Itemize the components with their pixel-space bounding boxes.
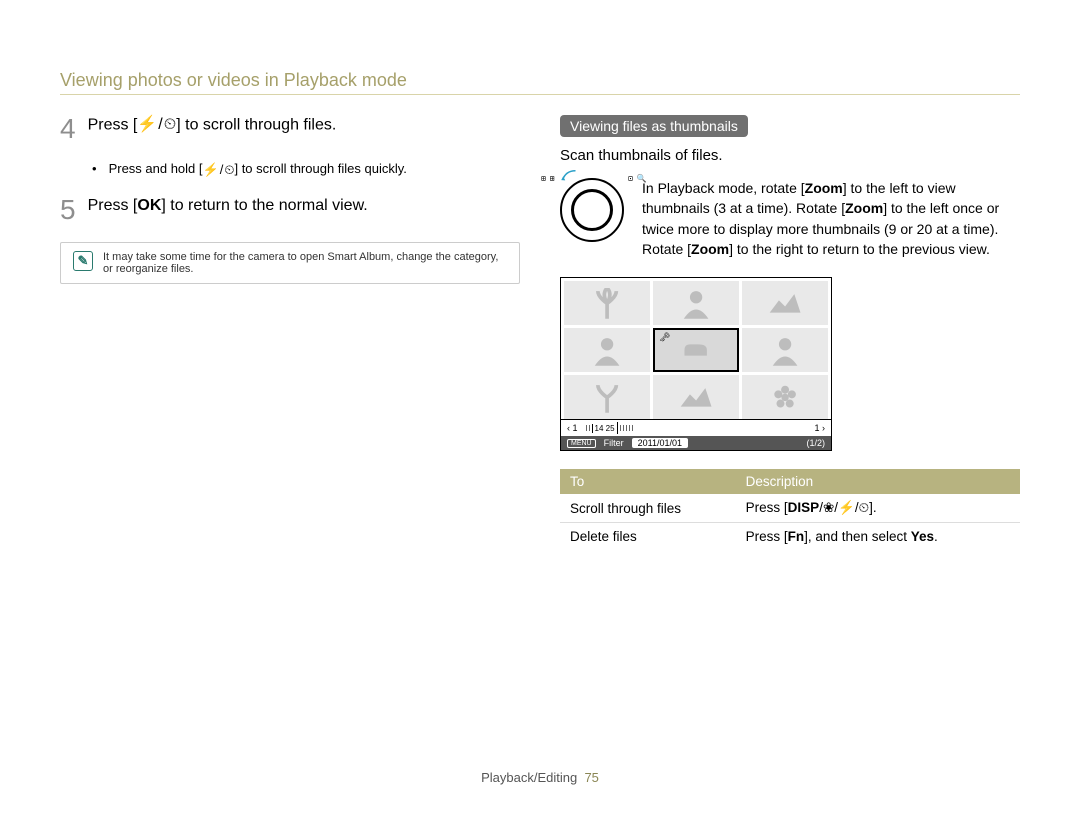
icon-separator: / xyxy=(220,162,224,177)
table-row: Delete files Press [Fn], and then select… xyxy=(560,523,1020,551)
car-icon xyxy=(667,336,724,364)
mountain-icon xyxy=(755,288,815,319)
thumb-cell xyxy=(742,281,828,325)
zoom-instructions: In Playback mode, rotate [Zoom] to the l… xyxy=(642,178,1020,259)
thumb-cell xyxy=(742,328,828,372)
disp-icon: DISP xyxy=(788,500,820,515)
flower-icon xyxy=(755,382,815,413)
step-4-bullet-post: ] to scroll through files quickly. xyxy=(234,161,406,176)
footer-page-number: 75 xyxy=(584,770,598,785)
person-icon xyxy=(666,288,726,319)
dial-left-icons: ⊞ ⊞ xyxy=(541,174,554,183)
scroll-mid: 14 25 xyxy=(595,424,615,433)
palm-icon xyxy=(577,382,637,413)
page-title: Viewing photos or videos in Playback mod… xyxy=(60,70,1020,95)
right-column: Viewing files as thumbnails Scan thumbna… xyxy=(560,115,1020,550)
step-4-number: 4 xyxy=(60,115,76,143)
step-5-text-pre: Press [ xyxy=(88,197,138,214)
lock-icon: 🗝 xyxy=(659,332,670,343)
table-header-description: Description xyxy=(736,469,1020,494)
thumb-cell xyxy=(653,281,739,325)
dial-right-icons: ⊡ 🔍 xyxy=(628,174,646,183)
step-5: 5 Press [OK] to return to the normal vie… xyxy=(60,196,520,224)
macro-icon: ❀ xyxy=(823,500,834,515)
timer-icon: ⏲ xyxy=(224,162,234,178)
row-scroll-desc: Press [DISP/❀/⚡/⏲]. xyxy=(736,494,1020,523)
page-indicator: (1/2) xyxy=(806,438,825,448)
step-4-text-post: ] to scroll through files. xyxy=(176,117,336,134)
thumb-cell-selected: 🗝 xyxy=(653,328,739,372)
note-icon: ✎ xyxy=(73,251,93,271)
zoom-label: Zoom xyxy=(845,200,883,216)
table-header-to: To xyxy=(560,469,736,494)
thumb-cell xyxy=(564,375,650,419)
palm-icon xyxy=(577,288,637,319)
thumbnail-screen: 🗝 ‹ 1 14 xyxy=(560,277,832,451)
ok-icon: OK xyxy=(137,197,161,214)
flash-icon: ⚡ xyxy=(203,162,219,178)
fn-icon: Fn xyxy=(788,529,805,544)
lead-text: Scan thumbnails of files. xyxy=(560,147,1020,164)
step-4: 4 Press [⚡/⏲] to scroll through files. xyxy=(60,115,520,143)
screen-scrollbar: ‹ 1 14 25 1 › xyxy=(561,419,831,436)
scroll-right: 1 › xyxy=(814,423,825,433)
thumb-cell xyxy=(653,375,739,419)
screen-statusbar: MENU Filter 2011/01/01 (1/2) xyxy=(561,436,831,450)
para-pre: In Playback mode, rotate [ xyxy=(642,180,805,196)
zoom-label: Zoom xyxy=(805,180,843,196)
filter-label: Filter xyxy=(604,438,624,448)
step-5-text-post: ] to return to the normal view. xyxy=(161,197,367,214)
flash-icon: ⚡ xyxy=(137,115,157,136)
rotate-arrow-icon xyxy=(559,167,579,182)
left-column: 4 Press [⚡/⏲] to scroll through files. P… xyxy=(60,115,520,550)
para-post: ] to the right to return to the previous… xyxy=(729,241,990,257)
zoom-dial-icon xyxy=(560,178,624,242)
section-heading: Viewing files as thumbnails xyxy=(560,115,748,137)
page-footer: Playback/Editing 75 xyxy=(0,770,1080,785)
zoom-label: Zoom xyxy=(691,241,729,257)
scroll-left: ‹ 1 xyxy=(567,423,578,433)
row-delete-label: Delete files xyxy=(560,523,736,551)
person-icon xyxy=(755,335,815,366)
person-icon xyxy=(577,335,637,366)
note-box: ✎ It may take some time for the camera t… xyxy=(60,242,520,284)
thumb-cell xyxy=(564,328,650,372)
timer-icon: ⏲ xyxy=(164,115,176,136)
menu-icon: MENU xyxy=(567,439,596,448)
step-5-number: 5 xyxy=(60,196,76,224)
yes-label: Yes xyxy=(911,529,934,544)
icon-separator: / xyxy=(158,115,162,136)
row-delete-desc: Press [Fn], and then select Yes. xyxy=(736,523,1020,551)
step-4-bullet: Press and hold [⚡/⏲] to scroll through f… xyxy=(92,161,520,178)
footer-section: Playback/Editing xyxy=(481,770,577,785)
row-scroll-label: Scroll through files xyxy=(560,494,736,523)
filter-date: 2011/01/01 xyxy=(632,438,688,448)
operations-table: To Description Scroll through files Pres… xyxy=(560,469,1020,550)
flash-icon: ⚡ xyxy=(838,500,855,515)
step-4-bullet-pre: Press and hold [ xyxy=(109,161,203,176)
timer-icon: ⏲ xyxy=(859,500,870,515)
table-row: Scroll through files Press [DISP/❀/⚡/⏲]. xyxy=(560,494,1020,523)
step-4-text-pre: Press [ xyxy=(88,117,138,134)
mountain-icon xyxy=(666,382,726,413)
thumb-cell xyxy=(564,281,650,325)
note-text: It may take some time for the camera to … xyxy=(103,251,507,275)
zoom-dial-row: ⊞ ⊞ ⊡ 🔍 In Playback mode, rotate [Zoom] … xyxy=(560,178,1020,259)
thumb-cell xyxy=(742,375,828,419)
